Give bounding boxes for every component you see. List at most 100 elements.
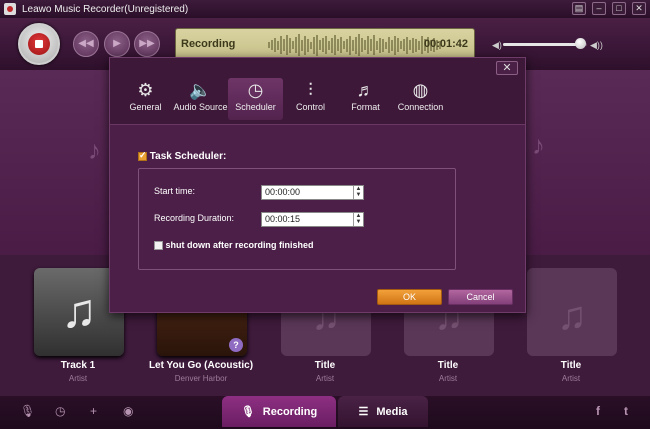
waveform-bar <box>379 37 381 53</box>
tab-recording-label: Recording <box>262 405 318 418</box>
dialog-close-button[interactable]: ✕ <box>496 61 518 75</box>
track-title: Title <box>560 360 582 371</box>
tab-general[interactable]: ⚙ General <box>118 78 173 120</box>
start-time-label: Start time: <box>154 186 196 196</box>
recording-duration-spinner[interactable]: ▲ ▼ <box>353 213 363 226</box>
waveform-bar <box>388 37 390 53</box>
waveform-bar <box>304 35 306 55</box>
waveform-bar <box>385 41 387 49</box>
waveform-bar <box>346 38 348 52</box>
waveform-bar <box>397 38 399 52</box>
menu-icon[interactable]: ▤ <box>572 2 586 15</box>
facebook-icon[interactable]: f <box>596 404 600 418</box>
track-card[interactable]: ♫ <box>527 268 617 356</box>
waveform-bar <box>283 39 285 51</box>
disc-icon[interactable]: ◉ <box>123 404 133 418</box>
restore-icon[interactable]: □ <box>612 2 626 15</box>
close-icon[interactable]: ✕ <box>632 2 646 15</box>
tab-recording[interactable]: 🎙 Recording <box>222 396 336 427</box>
task-scheduler-checkbox[interactable] <box>138 150 147 161</box>
waveform-bar <box>286 35 288 55</box>
start-time-spinner[interactable]: ▲ ▼ <box>353 186 363 199</box>
waveform-bar <box>370 39 372 51</box>
recording-duration-label: Recording Duration: <box>154 213 235 223</box>
title-bar: Leawo Music Recorder(Unregistered) ▤ – □… <box>0 0 650 18</box>
waveform-bar <box>292 41 294 49</box>
track-title: Title <box>314 360 336 371</box>
start-time-field[interactable]: 00:00:00 ▲ ▼ <box>261 185 364 200</box>
tab-label: Control <box>295 102 325 112</box>
waveform-bar <box>331 37 333 53</box>
waveform-bar <box>277 40 279 50</box>
track-artist: Artist <box>315 374 335 383</box>
waveform-bar <box>301 39 303 51</box>
waveform-bar <box>337 39 339 51</box>
waveform-bar <box>319 40 321 50</box>
tab-scheduler[interactable]: ◷ Scheduler <box>228 78 283 120</box>
rewind-button[interactable]: ◀◀ <box>73 31 99 57</box>
tab-control[interactable]: ⫶ Control <box>283 78 338 120</box>
globe-icon: ◍ <box>412 80 429 100</box>
bottom-bar: 🎙 ◷ + ◉ 🎙 Recording ☰ Media f t <box>0 396 650 429</box>
tab-audio-source[interactable]: 🔈 Audio Source <box>173 78 228 120</box>
recording-duration-field[interactable]: 00:00:15 ▲ ▼ <box>261 212 364 227</box>
task-scheduler-toggle[interactable]: Task Scheduler: <box>138 150 226 162</box>
microphone-icon: 🎙 <box>240 406 255 418</box>
cancel-button[interactable]: Cancel <box>448 289 513 305</box>
shutdown-option[interactable]: shut down after recording finished <box>154 240 314 251</box>
volume-knob[interactable] <box>575 38 587 49</box>
recording-duration-value: 00:00:15 <box>265 214 301 224</box>
waveform-bar <box>376 40 378 50</box>
waveform-bar <box>358 34 360 56</box>
add-icon[interactable]: + <box>90 404 97 418</box>
microphone-icon[interactable]: 🎙 <box>20 404 35 418</box>
tab-label: Audio Source <box>173 102 228 112</box>
waveform-bar <box>382 38 384 52</box>
fast-forward-button[interactable]: ▶▶ <box>134 31 160 57</box>
stop-icon <box>28 33 50 55</box>
start-time-value: 00:00:00 <box>265 187 301 197</box>
track-artist: Denver Harbor <box>174 374 228 383</box>
waveform-bar <box>349 35 351 55</box>
waveform-bar <box>271 40 273 50</box>
track-artist: Artist <box>68 374 88 383</box>
waveform-bar <box>325 36 327 54</box>
clock-icon[interactable]: ◷ <box>55 404 65 418</box>
waveform-bar <box>406 36 408 54</box>
waveform-bar <box>295 37 297 53</box>
waveform-bar <box>280 36 282 54</box>
waveform-bar <box>421 36 423 54</box>
tab-media[interactable]: ☰ Media <box>338 396 428 427</box>
tab-connection[interactable]: ◍ Connection <box>393 78 448 120</box>
music-note-icon: ♪ <box>88 135 101 165</box>
waveform-bar <box>355 36 357 54</box>
shutdown-checkbox[interactable] <box>154 241 163 251</box>
waveform-bar <box>412 37 414 53</box>
app-logo-icon <box>4 3 16 15</box>
play-button[interactable]: ▶ <box>104 31 130 57</box>
waveform-bar <box>364 40 366 50</box>
tab-format[interactable]: ♬ Format <box>338 78 393 120</box>
waveform-bar <box>391 39 393 51</box>
waveform-bar <box>373 35 375 55</box>
tab-label: Format <box>351 102 380 112</box>
waveform-meter <box>268 33 443 57</box>
volume-high-icon: ◀)) <box>590 40 603 50</box>
tab-label: Connection <box>397 102 444 112</box>
music-note-icon: ♫ <box>557 294 587 338</box>
record-stop-button[interactable] <box>18 23 60 65</box>
window-controls: ▤ – □ ✕ <box>572 2 646 15</box>
twitter-icon[interactable]: t <box>624 404 628 418</box>
ok-button[interactable]: OK <box>377 289 442 305</box>
scheduler-options: Start time: 00:00:00 ▲ ▼ Recording Durati… <box>138 168 456 270</box>
waveform-bar <box>415 38 417 52</box>
tab-label: General <box>129 102 162 112</box>
music-note-icon: ♪ <box>532 130 545 160</box>
waveform-bar <box>352 39 354 51</box>
waveform-bar <box>361 38 363 52</box>
info-badge-icon[interactable]: ? <box>229 338 243 352</box>
track-title: Track 1 <box>60 360 96 371</box>
waveform-bar <box>367 36 369 54</box>
minimize-icon[interactable]: – <box>592 2 606 15</box>
waveform-bar <box>307 38 309 52</box>
